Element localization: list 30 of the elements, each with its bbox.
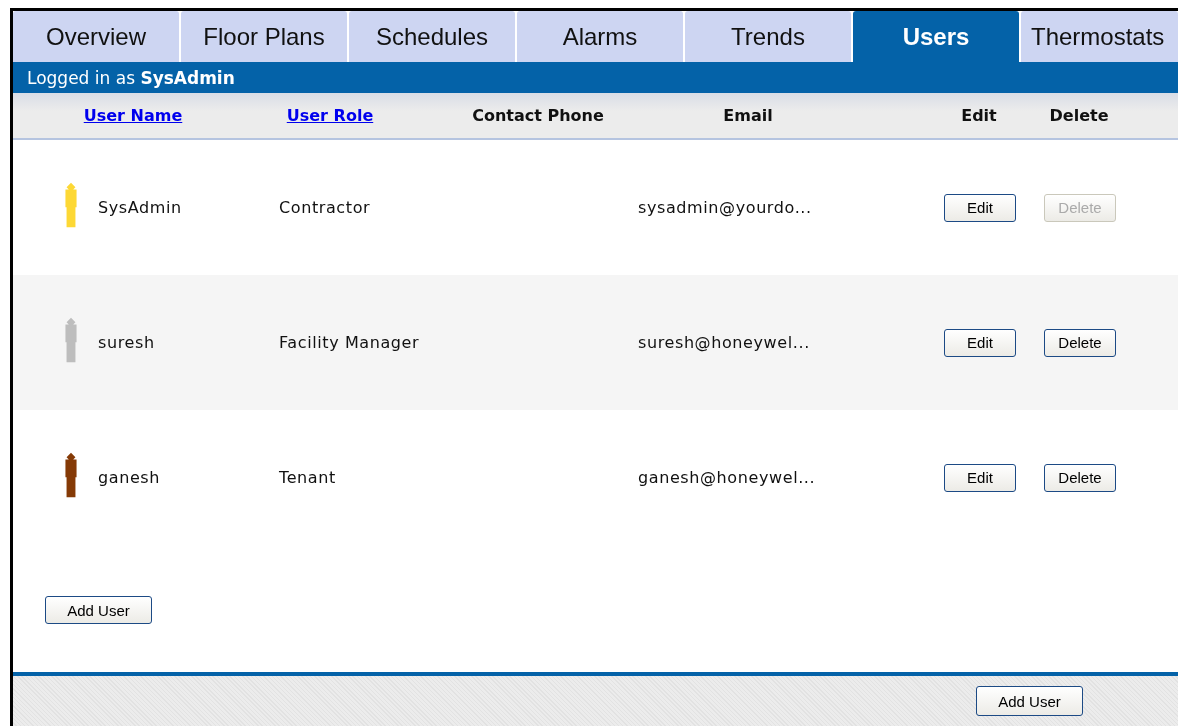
tab[interactable]: Floor Plans	[181, 11, 347, 62]
column-header[interactable]: User Name	[83, 106, 183, 125]
user-name: suresh	[98, 333, 156, 352]
user-email: sysadmin@yourdo...	[638, 198, 813, 217]
user-name: SysAdmin	[98, 198, 183, 217]
tab[interactable]: Overview	[13, 11, 179, 62]
user-email: suresh@honeywel...	[638, 333, 811, 352]
add-user-button[interactable]: Add User	[976, 686, 1083, 716]
tab[interactable]: Schedules	[349, 11, 515, 62]
user-role: Tenant	[279, 468, 337, 487]
delete-button[interactable]: Delete	[1044, 463, 1116, 492]
tab[interactable]: Thermostats	[1021, 11, 1178, 62]
column-header[interactable]: User Role	[286, 106, 374, 125]
tab[interactable]: Alarms	[517, 11, 683, 62]
edit-button[interactable]: Edit	[944, 193, 1016, 222]
user-role: Facility Manager	[279, 333, 421, 352]
column-header: Email	[723, 106, 773, 125]
user-name: ganesh	[98, 468, 162, 487]
column-header: Contact Phone	[472, 106, 604, 125]
user-email: ganesh@honeywel...	[638, 468, 817, 487]
tab[interactable]: Users	[853, 11, 1019, 62]
edit-button[interactable]: Edit	[944, 328, 1016, 357]
tab[interactable]: Trends	[685, 11, 851, 62]
column-header: Edit	[961, 106, 997, 125]
edit-button[interactable]: Edit	[944, 463, 1016, 492]
column-header: Delete	[1049, 106, 1109, 125]
login-status: Logged in as SysAdmin	[27, 67, 235, 88]
delete-button[interactable]: Delete	[1044, 328, 1116, 357]
user-role: Contractor	[279, 198, 372, 217]
add-user-button[interactable]: Add User	[45, 596, 152, 624]
